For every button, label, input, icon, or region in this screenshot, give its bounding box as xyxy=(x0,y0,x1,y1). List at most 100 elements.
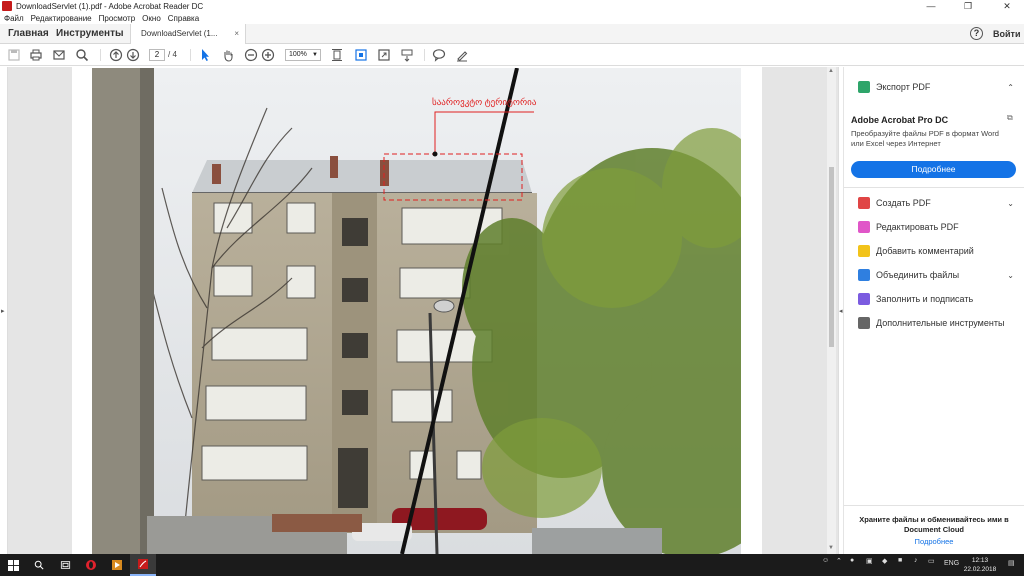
menu-window[interactable]: Окно xyxy=(142,14,161,23)
windows-start-icon[interactable] xyxy=(0,554,26,576)
annotation-label: სააროვკტო ტერიტორია xyxy=(432,97,537,107)
tool-item[interactable]: Объединить файлы ⌄ xyxy=(858,267,1018,283)
pane-bottom-divider xyxy=(844,505,1024,506)
close-window-button[interactable]: ✕ xyxy=(990,0,1024,12)
tools-pane: Экспорт PDF ⌃ Adobe Acrobat Pro DC ⧉ Пре… xyxy=(844,67,1024,554)
notifications-icon[interactable]: ▤ xyxy=(1008,559,1015,567)
search-icon[interactable] xyxy=(75,48,89,62)
taskbar: ☺ ⌃ ● ▣ ◆ ■ ♪ ▭ ENG 12:13 22.02.2018 ▤ xyxy=(0,554,1024,576)
tray-app2-icon[interactable]: ◆ xyxy=(882,557,887,565)
tool-label: Объединить файлы xyxy=(876,270,960,280)
promo-options-icon[interactable]: ⧉ xyxy=(1007,113,1013,123)
tool-label: Заполнить и подписать xyxy=(876,294,974,304)
tool-label: Добавить комментарий xyxy=(876,246,974,256)
next-page-icon[interactable] xyxy=(126,48,140,62)
scroll-down-icon[interactable]: ▼ xyxy=(828,545,834,551)
acrobat-app-icon xyxy=(2,1,12,11)
window-title: DownloadServlet (1).pdf - Adobe Acrobat … xyxy=(16,1,204,11)
zoom-level-select[interactable]: 100% ▼ xyxy=(285,49,321,61)
help-icon[interactable]: ? xyxy=(970,27,983,40)
select-cursor-icon[interactable] xyxy=(198,48,212,62)
export-pdf-label: Экспорт PDF xyxy=(876,82,931,92)
zoom-out-icon[interactable] xyxy=(244,48,258,62)
volume-icon[interactable]: ♪ xyxy=(914,557,918,564)
tab-row: Главная Инструменты DownloadServlet (1..… xyxy=(0,24,1024,45)
menu-help[interactable]: Справка xyxy=(168,14,199,23)
zoom-level-value: 100% xyxy=(289,51,307,58)
title-bar: DownloadServlet (1).pdf - Adobe Acrobat … xyxy=(0,0,1024,12)
tab-tools[interactable]: Инструменты xyxy=(56,24,124,44)
zoom-in-icon[interactable] xyxy=(261,48,275,62)
scrollbar-thumb[interactable] xyxy=(829,167,834,347)
tool-item[interactable]: Добавить комментарий xyxy=(858,243,1018,259)
network-icon[interactable]: ▭ xyxy=(928,557,935,565)
promo-details-button[interactable]: Подробнее xyxy=(851,161,1016,178)
tab-document[interactable]: DownloadServlet (1... × xyxy=(130,24,246,45)
chevron-up-icon[interactable]: ⌃ xyxy=(1007,83,1014,92)
tool-label: Создать PDF xyxy=(876,198,931,208)
acrobat-task-icon[interactable] xyxy=(130,554,156,576)
full-screen-icon[interactable] xyxy=(377,48,391,62)
vertical-scrollbar[interactable]: ▲ ▼ xyxy=(827,67,836,554)
scroll-up-icon[interactable]: ▲ xyxy=(828,68,834,74)
mail-icon[interactable] xyxy=(52,48,66,62)
signin-button[interactable]: Войти xyxy=(993,24,1020,44)
menu-file[interactable]: Файл xyxy=(4,14,24,23)
scroll-mode-icon[interactable] xyxy=(400,48,414,62)
menu-view[interactable]: Просмотр xyxy=(99,14,136,23)
chevron-down-icon: ▼ xyxy=(312,52,318,58)
left-panel-handle[interactable]: ▸ xyxy=(0,67,8,554)
tray-chevron-icon[interactable]: ⌃ xyxy=(836,557,842,565)
chevron-down-icon[interactable]: ⌄ xyxy=(1007,271,1014,280)
tool-icon xyxy=(858,269,870,281)
chevron-down-icon[interactable]: ⌄ xyxy=(1007,199,1014,208)
page-number-input[interactable]: 2 xyxy=(149,49,165,61)
page-total: / 4 xyxy=(168,50,177,59)
clock[interactable]: 12:13 22.02.2018 xyxy=(958,556,1002,574)
tool-item[interactable]: Редактировать PDF xyxy=(858,219,1018,235)
maximize-button[interactable]: ❐ xyxy=(951,0,985,12)
print-icon[interactable] xyxy=(29,48,43,62)
close-tab-icon[interactable]: × xyxy=(234,24,239,44)
tray-notes-icon[interactable]: ▣ xyxy=(866,557,873,565)
chevron-right-icon: ▸ xyxy=(1,308,5,315)
tray-app-icon[interactable]: ● xyxy=(850,557,854,564)
previous-page-icon[interactable] xyxy=(109,48,123,62)
pen-icon[interactable] xyxy=(455,48,469,62)
menu-edit[interactable]: Редактирование xyxy=(31,14,92,23)
tool-label: Дополнительные инструменты xyxy=(876,318,1005,328)
clock-date: 22.02.2018 xyxy=(963,566,997,573)
tool-icon xyxy=(858,317,870,329)
language-indicator[interactable]: ENG xyxy=(944,560,959,567)
tray-app3-icon[interactable]: ■ xyxy=(898,557,902,564)
export-pdf-item[interactable]: Экспорт PDF ⌃ xyxy=(858,79,1018,95)
fit-page-icon[interactable] xyxy=(330,48,344,62)
toolbar: 2 / 4 100% ▼ xyxy=(0,44,1024,66)
media-player-icon[interactable] xyxy=(104,554,130,576)
comment-icon[interactable] xyxy=(432,48,446,62)
cloud-promo-text: Храните файлы и обменивайтесь ими в Docu… xyxy=(859,515,1009,534)
opera-browser-icon[interactable] xyxy=(78,554,104,576)
tool-icon xyxy=(858,293,870,305)
minimize-button[interactable]: — xyxy=(914,0,948,12)
tool-icon xyxy=(858,197,870,209)
cloud-details-link[interactable]: Подробнее xyxy=(854,537,1014,546)
tool-icon xyxy=(858,221,870,233)
building-photo xyxy=(92,68,741,554)
tab-home[interactable]: Главная xyxy=(8,24,49,44)
tool-label: Редактировать PDF xyxy=(876,222,959,232)
fit-width-icon[interactable] xyxy=(354,48,368,62)
hand-tool-icon[interactable] xyxy=(221,48,235,62)
save-icon[interactable] xyxy=(7,48,21,62)
tool-item[interactable]: Заполнить и подписать xyxy=(858,291,1018,307)
search-icon[interactable] xyxy=(26,554,52,576)
people-icon[interactable]: ☺ xyxy=(822,557,829,564)
tool-item[interactable]: Дополнительные инструменты xyxy=(858,315,1018,331)
export-pdf-icon xyxy=(858,81,870,93)
task-view-icon[interactable] xyxy=(52,554,78,576)
clock-time: 12:13 xyxy=(971,557,989,564)
tool-icon xyxy=(858,245,870,257)
promo-title: Adobe Acrobat Pro DC xyxy=(851,115,949,125)
tool-item[interactable]: Создать PDF ⌄ xyxy=(858,195,1018,211)
chevron-left-icon: ◂ xyxy=(839,308,843,315)
